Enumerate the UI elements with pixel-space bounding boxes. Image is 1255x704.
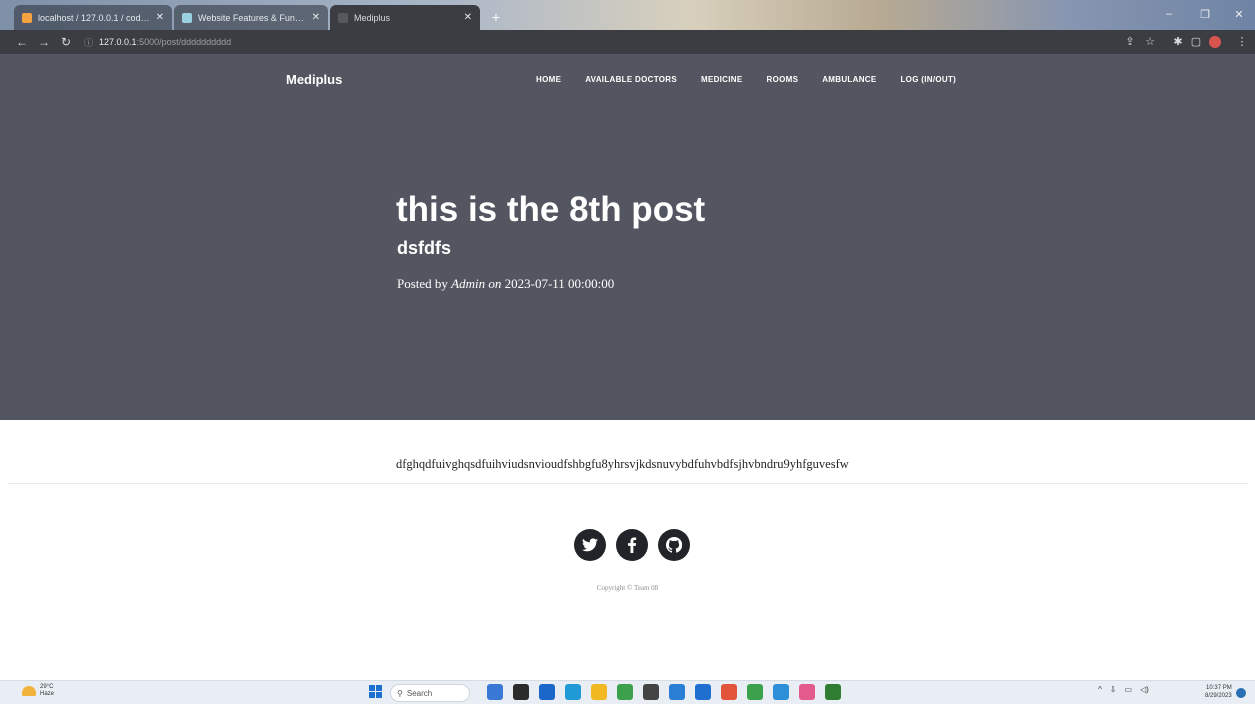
browser-tab-mediplus[interactable]: Mediplus ✕	[330, 5, 480, 30]
chevron-up-icon[interactable]: ^	[1098, 685, 1102, 694]
post-subtitle: dsfdfs	[397, 238, 451, 258]
minimize-button[interactable]: –	[1160, 8, 1178, 24]
usb-icon[interactable]: ⇩	[1110, 685, 1117, 694]
github-icon[interactable]	[658, 529, 690, 561]
post-body: dfghqdfuivghqsdfuihviudsnvioudfshbgfu8yh…	[396, 457, 849, 471]
nav-rooms[interactable]: ROOMS	[767, 75, 799, 84]
weather-condition: Haze	[40, 691, 55, 697]
taskbar-app-icon[interactable]	[747, 684, 763, 700]
system-tray: ^ ⇩ ▭ ◁)	[1098, 685, 1149, 694]
browser-tab-features[interactable]: Website Features & Functions ✕	[174, 5, 328, 30]
back-arrow-icon[interactable]: ←	[14, 34, 30, 50]
search-placeholder: Search	[406, 688, 433, 698]
taskbar-app-icon[interactable]	[565, 684, 581, 700]
share-icon[interactable]: ⇪	[1122, 34, 1138, 50]
facebook-icon[interactable]	[616, 529, 648, 561]
extensions-icon[interactable]: ✱	[1170, 34, 1186, 50]
system-clock[interactable]: 10:37 PM 8/29/2023	[1205, 684, 1232, 700]
restore-button[interactable]: ❐	[1196, 8, 1214, 24]
taskbar-app-icon[interactable]	[591, 684, 607, 700]
forward-arrow-icon[interactable]: →	[36, 34, 52, 50]
taskbar-app-icon[interactable]	[825, 684, 841, 700]
social-links	[574, 529, 690, 561]
taskbar-app-icon[interactable]	[487, 684, 503, 700]
profile-avatar-icon[interactable]	[1207, 34, 1223, 50]
taskbar-app-icon[interactable]	[695, 684, 711, 700]
tab-favicon	[338, 12, 348, 23]
reload-icon[interactable]: ↻	[58, 34, 74, 50]
weather-temp: 29°C	[40, 684, 54, 690]
volume-icon[interactable]: ◁)	[1140, 685, 1149, 694]
nav-ambulance[interactable]: AMBULANCE	[822, 75, 876, 84]
network-icon[interactable]: ▭	[1124, 685, 1132, 694]
nav-login-logout[interactable]: LOG (IN/OUT)	[901, 75, 957, 84]
pinned-apps	[487, 684, 841, 700]
nav-available-doctors[interactable]: AVAILABLE DOCTORS	[585, 75, 677, 84]
clock-time: 10:37 PM	[1206, 685, 1232, 691]
meta-prefix: Posted by	[397, 276, 448, 291]
tab-favicon	[22, 12, 32, 23]
taskbar-app-icon[interactable]	[721, 684, 737, 700]
close-icon[interactable]: ✕	[156, 12, 164, 23]
taskbar-app-icon[interactable]	[773, 684, 789, 700]
taskbar-app-icon[interactable]	[799, 684, 815, 700]
clock-date: 8/29/2023	[1205, 693, 1232, 699]
site-info-icon[interactable]: ⓘ	[84, 36, 93, 49]
site-brand[interactable]: Mediplus	[286, 72, 342, 87]
browser-toolbar: ← → ↻ ⓘ 127.0.0.1:5000/post/dddddddddd ⇪…	[0, 30, 1255, 54]
copyright: Copyright © Team 08	[596, 584, 659, 592]
close-icon[interactable]: ✕	[464, 12, 472, 23]
divider	[8, 483, 1248, 484]
main-nav: HOME AVAILABLE DOCTORS MEDICINE ROOMS AM…	[536, 75, 956, 84]
bookmark-star-icon[interactable]: ☆	[1142, 34, 1158, 50]
taskbar-app-icon[interactable]	[643, 684, 659, 700]
post-author: Admin	[451, 276, 486, 291]
window-close-button[interactable]: ✕	[1230, 8, 1248, 24]
post-meta: Posted by Admin on 2023-07-11 00:00:00	[397, 276, 614, 292]
url-host: 127.0.0.1	[99, 37, 137, 47]
os-taskbar: 29°C Haze ⚲ Search ^ ⇩ ▭ ◁) 10:37 PM 8/29…	[0, 680, 1255, 704]
nav-home[interactable]: HOME	[536, 75, 561, 84]
windows-start-icon[interactable]	[369, 685, 383, 699]
post-date: 2023-07-11 00:00:00	[504, 276, 615, 291]
taskbar-search[interactable]: ⚲ Search	[390, 684, 470, 702]
weather-icon	[22, 686, 36, 696]
meta-on: on	[488, 276, 502, 291]
nav-medicine[interactable]: MEDICINE	[701, 75, 743, 84]
taskbar-app-icon[interactable]	[539, 684, 555, 700]
new-tab-button[interactable]: +	[486, 7, 506, 27]
taskbar-app-icon[interactable]	[513, 684, 529, 700]
side-panel-icon[interactable]: ▢	[1188, 34, 1204, 50]
weather-widget[interactable]: 29°C Haze	[22, 684, 54, 698]
close-icon[interactable]: ✕	[312, 12, 320, 23]
tab-favicon	[182, 12, 192, 23]
tab-title: localhost / 127.0.0.1 / codingthu	[38, 12, 150, 23]
twitter-icon[interactable]	[574, 529, 606, 561]
notification-icon[interactable]	[1236, 688, 1246, 698]
post-title: this is the 8th post	[396, 190, 706, 229]
taskbar-app-icon[interactable]	[617, 684, 633, 700]
post-header	[0, 54, 1255, 420]
address-bar[interactable]: ⓘ 127.0.0.1:5000/post/dddddddddd	[84, 34, 231, 50]
browser-tab-strip: localhost / 127.0.0.1 / codingthu ✕ Webs…	[0, 0, 1255, 30]
menu-kebab-icon[interactable]: ⋮	[1234, 34, 1250, 50]
browser-tab-phpmyadmin[interactable]: localhost / 127.0.0.1 / codingthu ✕	[14, 5, 172, 30]
taskbar-app-icon[interactable]	[669, 684, 685, 700]
tab-title: Mediplus	[354, 12, 391, 23]
search-icon: ⚲	[397, 688, 403, 698]
url-path: :5000/post/dddddddddd	[136, 37, 232, 47]
tab-title: Website Features & Functions	[198, 12, 306, 23]
